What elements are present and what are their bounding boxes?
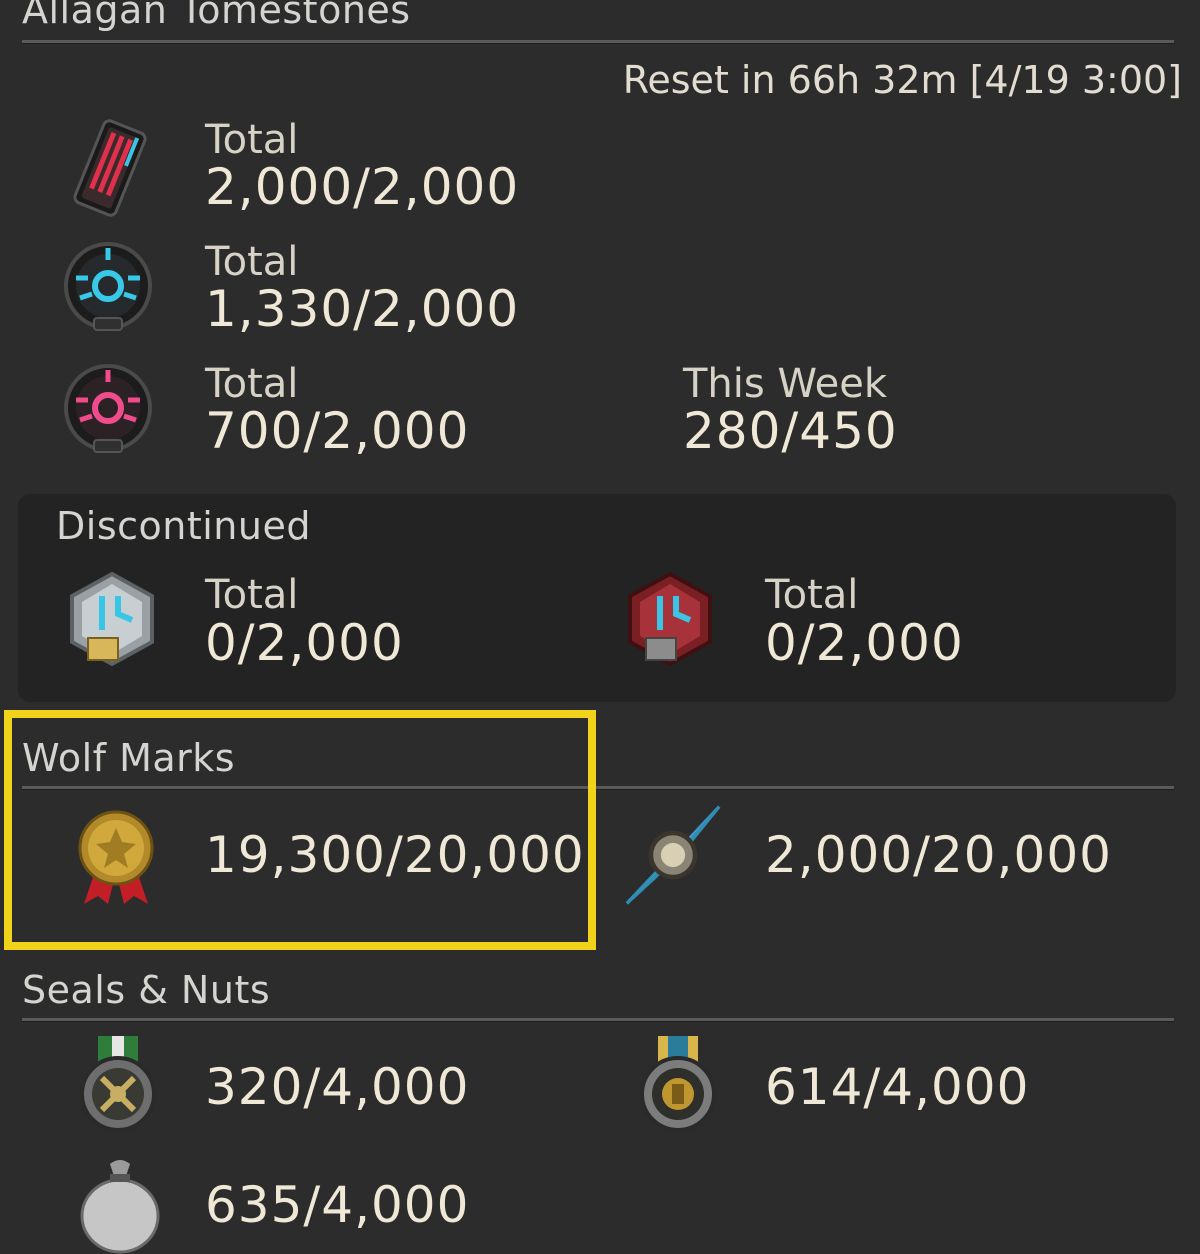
tomestones-divider: [22, 40, 1174, 44]
tomestone-1-total-value: 2,000/2,000: [205, 158, 520, 216]
silver-tomestone-icon: [62, 570, 162, 670]
seals-nuts-title: Seals & Nuts: [22, 968, 271, 1012]
discontinued-2-total-value: 0/2,000: [765, 614, 964, 672]
trophy-crystal-value: 2,000/20,000: [765, 826, 1112, 884]
tomestone-3-total-value: 700/2,000: [205, 402, 470, 460]
tomestone-3-total-label: Total: [205, 361, 299, 407]
tomestone-3-weekly-value: 280/450: [683, 402, 898, 460]
red-tomestone-icon: [60, 118, 160, 218]
discontinued-1-total-label: Total: [205, 572, 299, 618]
seals-nuts-divider: [22, 1018, 1174, 1022]
trophy-crystal-icon: [618, 800, 728, 910]
discontinued-2-total-label: Total: [765, 572, 859, 618]
pink-tomestone-icon: [58, 360, 158, 460]
crimson-tomestone-icon: [620, 570, 720, 670]
blue-seal-value: 614/4,000: [765, 1058, 1030, 1116]
green-ribbon-seal-icon: [68, 1034, 168, 1134]
nut-pouch-icon: [70, 1154, 170, 1254]
blue-ribbon-seal-icon: [628, 1034, 728, 1134]
green-seal-value: 320/4,000: [205, 1058, 470, 1116]
nut-pouch-value: 635/4,000: [205, 1176, 470, 1234]
discontinued-1-total-value: 0/2,000: [205, 614, 404, 672]
tomestone-1-total-label: Total: [205, 117, 299, 163]
discontinued-title: Discontinued: [56, 504, 311, 548]
tomestone-3-weekly-label: This Week: [683, 361, 888, 407]
tomestones-section-title: Allagan Tomestones: [22, 0, 411, 32]
reset-timer: Reset in 66h 32m [4/19 3:00]: [622, 58, 1182, 102]
blue-tomestone-icon: [58, 238, 158, 338]
tomestone-2-total-value: 1,330/2,000: [205, 280, 520, 338]
wolf-marks-highlight-box: [4, 710, 596, 950]
tomestone-2-total-label: Total: [205, 239, 299, 285]
